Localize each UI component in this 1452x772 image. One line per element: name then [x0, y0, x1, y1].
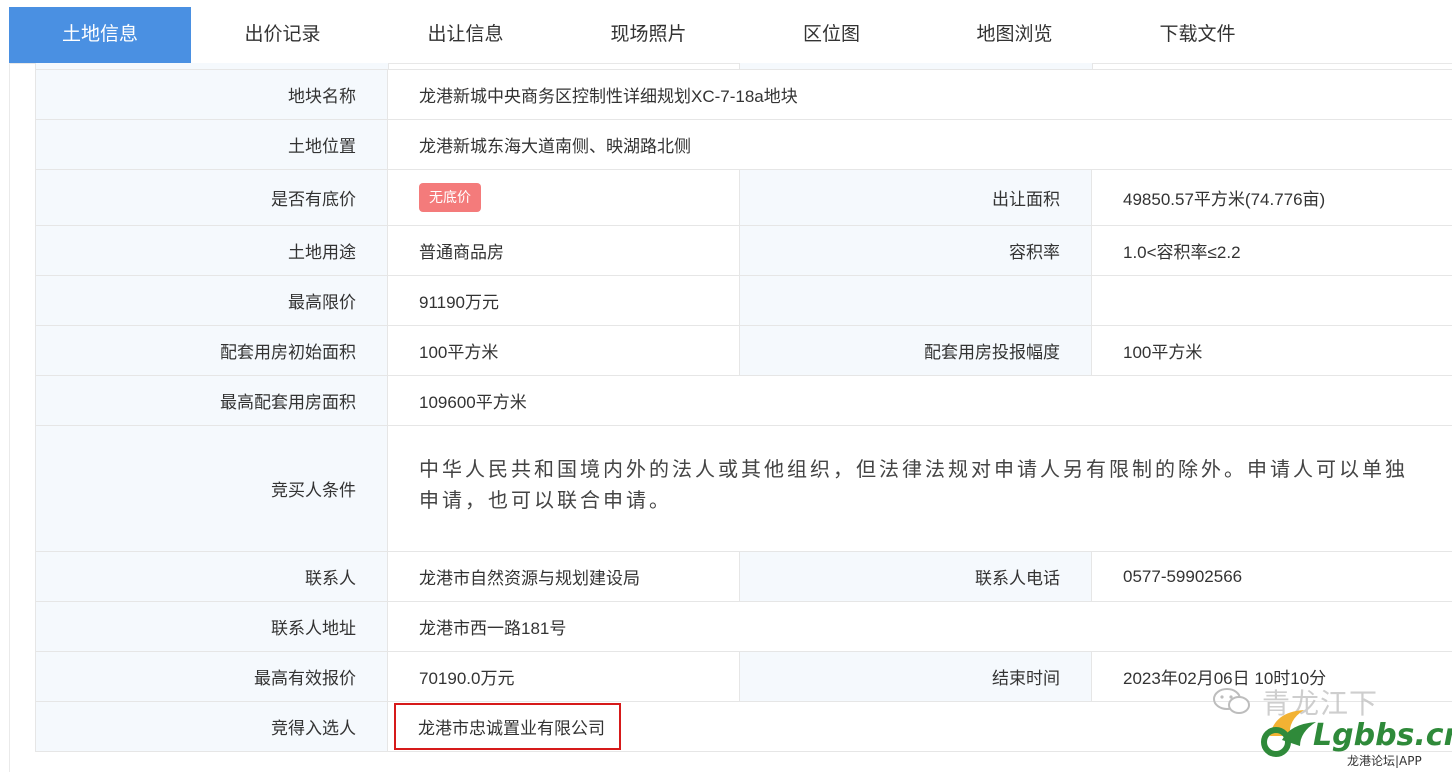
usage-label: 土地用途 — [35, 225, 388, 276]
winner-highlight-box: 龙港市忠诚置业有限公司 — [394, 703, 621, 750]
contact-address-label: 联系人地址 — [35, 601, 388, 652]
tab-transfer-info[interactable]: 出让信息 — [374, 7, 557, 63]
table-row: 最高限价 91190万元 — [35, 275, 1452, 326]
tab-site-photos[interactable]: 现场照片 — [557, 7, 740, 63]
tab-bar: 土地信息 出价记录 出让信息 现场照片 区位图 地图浏览 下载文件 — [9, 7, 1452, 64]
tab-map-browse[interactable]: 地图浏览 — [923, 7, 1106, 63]
plot-ratio-value: 1.0<容积率≤2.2 — [1091, 225, 1452, 276]
table-row: 联系人 龙港市自然资源与规划建设局 联系人电话 0577-59902566 — [35, 551, 1452, 602]
max-bid-label: 最高有效报价 — [35, 651, 388, 702]
winner-value: 龙港市忠诚置业有限公司 — [418, 719, 605, 738]
land-info-table: 地块名称 龙港新城中央商务区控制性详细规划XC-7-18a地块 土地位置 龙港新… — [35, 69, 1452, 752]
plot-ratio-label: 容积率 — [739, 225, 1092, 276]
plot-name-value: 龙港新城中央商务区控制性详细规划XC-7-18a地块 — [387, 69, 1452, 120]
empty-label-cell — [739, 275, 1092, 326]
tab-land-info[interactable]: 土地信息 — [9, 7, 191, 63]
housing-max-value: 109600平方米 — [387, 375, 1452, 426]
reserve-price-label: 是否有底价 — [35, 169, 388, 226]
table-row: 竞得入选人 龙港市忠诚置业有限公司 — [35, 701, 1452, 752]
table-row: 地块名称 龙港新城中央商务区控制性详细规划XC-7-18a地块 — [35, 69, 1452, 120]
winner-cell: 龙港市忠诚置业有限公司 — [387, 701, 1452, 752]
table-row: 土地位置 龙港新城东海大道南侧、映湖路北侧 — [35, 119, 1452, 170]
table-row: 配套用房初始面积 100平方米 配套用房投报幅度 100平方米 — [35, 325, 1452, 376]
conditions-cell: 中华人民共和国境内外的法人或其他组织，但法律法规对申请人另有限制的除外。申请人可… — [387, 425, 1452, 552]
housing-max-label: 最高配套用房面积 — [35, 375, 388, 426]
table-row: 最高有效报价 70190.0万元 结束时间 2023年02月06日 10时10分 — [35, 651, 1452, 702]
tab-location-map[interactable]: 区位图 — [740, 7, 923, 63]
end-time-label: 结束时间 — [739, 651, 1092, 702]
reserve-price-cell: 无底价 — [387, 169, 740, 226]
location-label: 土地位置 — [35, 119, 388, 170]
table-row: 最高配套用房面积 109600平方米 — [35, 375, 1452, 426]
price-cap-label: 最高限价 — [35, 275, 388, 326]
housing-increment-value: 100平方米 — [1091, 325, 1452, 376]
table-row: 联系人地址 龙港市西一路181号 — [35, 601, 1452, 652]
end-time-value: 2023年02月06日 10时10分 — [1091, 651, 1452, 702]
empty-value-cell — [1091, 275, 1452, 326]
watermark-app: 龙港论坛|APP — [1347, 754, 1422, 768]
plot-name-label: 地块名称 — [35, 69, 388, 120]
location-value: 龙港新城东海大道南侧、映湖路北侧 — [387, 119, 1452, 170]
contact-label: 联系人 — [35, 551, 388, 602]
winner-label: 竞得入选人 — [35, 701, 388, 752]
contact-phone-value: 0577-59902566 — [1091, 551, 1452, 602]
housing-initial-value: 100平方米 — [387, 325, 740, 376]
conditions-value: 中华人民共和国境内外的法人或其他组织，但法律法规对申请人另有限制的除外。申请人可… — [419, 456, 1408, 512]
housing-increment-label: 配套用房投报幅度 — [739, 325, 1092, 376]
price-cap-value: 91190万元 — [387, 275, 740, 326]
housing-initial-label: 配套用房初始面积 — [35, 325, 388, 376]
panel-border — [9, 63, 10, 772]
tab-bid-records[interactable]: 出价记录 — [191, 7, 374, 63]
contact-value: 龙港市自然资源与规划建设局 — [387, 551, 740, 602]
conditions-label: 竞买人条件 — [35, 425, 388, 552]
max-bid-value: 70190.0万元 — [387, 651, 740, 702]
usage-value: 普通商品房 — [387, 225, 740, 276]
tab-download-files[interactable]: 下载文件 — [1106, 7, 1289, 63]
no-reserve-badge: 无底价 — [419, 183, 481, 212]
table-row: 竞买人条件 中华人民共和国境内外的法人或其他组织，但法律法规对申请人另有限制的除… — [35, 425, 1452, 552]
area-label: 出让面积 — [739, 169, 1092, 226]
area-value: 49850.57平方米(74.776亩) — [1091, 169, 1452, 226]
table-row: 是否有底价 无底价 出让面积 49850.57平方米(74.776亩) — [35, 169, 1452, 226]
contact-address-value: 龙港市西一路181号 — [387, 601, 1452, 652]
table-row: 土地用途 普通商品房 容积率 1.0<容积率≤2.2 — [35, 225, 1452, 276]
contact-phone-label: 联系人电话 — [739, 551, 1092, 602]
